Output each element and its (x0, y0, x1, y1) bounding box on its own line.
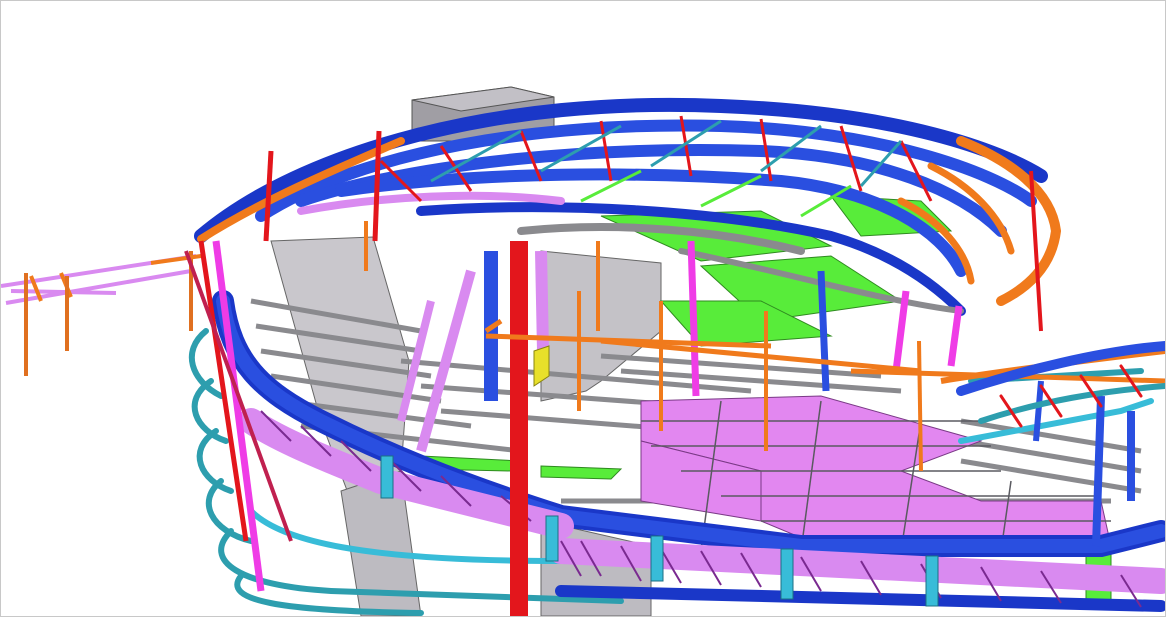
left-walkway (1, 251, 202, 376)
model-viewport[interactable] (0, 0, 1166, 617)
structural-model-render (1, 86, 1165, 616)
